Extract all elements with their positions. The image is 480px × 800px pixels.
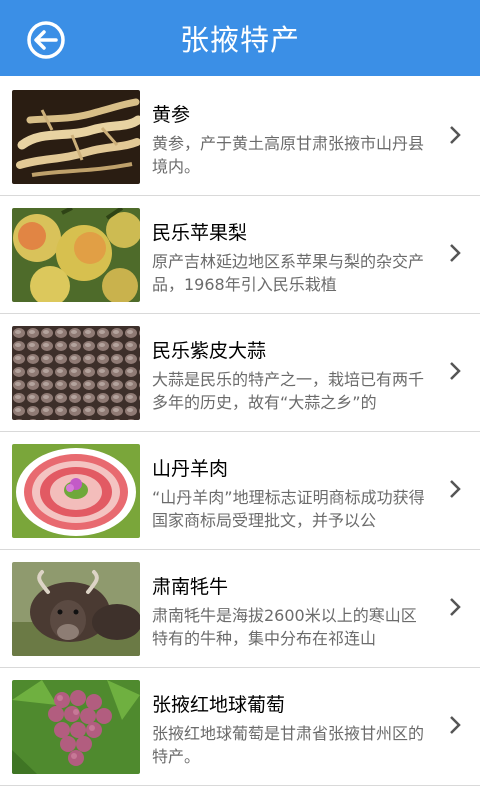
list-item-red-grapes[interactable]: 张掖红地球葡萄 张掖红地球葡萄是甘肃省张掖甘州区的特产。 bbox=[0, 668, 480, 786]
item-description: 黄参，产于黄土高原甘肃张掖市山丹县境内。 bbox=[152, 134, 425, 176]
chevron-right-icon bbox=[450, 598, 461, 616]
product-list: 黄参 黄参，产于黄土高原甘肃张掖市山丹县境内。 民乐苹果梨 原产吉林延边地区系苹… bbox=[0, 78, 480, 800]
item-description: 大蒜是民乐的特产之一，栽培已有两千多年的历史，故有“大蒜之乡”的 bbox=[152, 370, 425, 412]
item-description: 原产吉林延边地区系苹果与梨的杂交产品，1968年引入民乐栽植 bbox=[152, 252, 425, 294]
item-name: 张掖红地球葡萄 bbox=[152, 694, 286, 716]
app-header: 张掖特产 bbox=[0, 0, 480, 76]
item-name: 肃南牦牛 bbox=[152, 576, 229, 598]
back-button[interactable] bbox=[24, 18, 68, 62]
item-description: 肃南牦牛是海拔2600米以上的寒山区特有的牛种，集中分布在祁连山 bbox=[152, 606, 417, 648]
list-item-apple-pear[interactable]: 民乐苹果梨 原产吉林延边地区系苹果与梨的杂交产品，1968年引入民乐栽植 bbox=[0, 196, 480, 314]
yak-image bbox=[12, 562, 140, 656]
red-grapes-image bbox=[12, 680, 140, 774]
chevron-right-icon bbox=[450, 480, 461, 498]
item-description: “山丹羊肉”地理标志证明商标成功获得国家商标局受理批文，并予以公 bbox=[152, 488, 425, 530]
chevron-right-icon bbox=[450, 244, 461, 262]
chevron-right-icon bbox=[450, 362, 461, 380]
ginseng-roots-image bbox=[12, 90, 140, 184]
apple-pears-image bbox=[12, 208, 140, 302]
item-name: 民乐紫皮大蒜 bbox=[152, 340, 267, 362]
list-item-purple-garlic[interactable]: 民乐紫皮大蒜 大蒜是民乐的特产之一，栽培已有两千多年的历史，故有“大蒜之乡”的 bbox=[0, 314, 480, 432]
item-name: 民乐苹果梨 bbox=[152, 222, 248, 244]
list-item-yak[interactable]: 肃南牦牛 肃南牦牛是海拔2600米以上的寒山区特有的牛种，集中分布在祁连山 bbox=[0, 550, 480, 668]
item-description: 张掖红地球葡萄是甘肃省张掖甘州区的特产。 bbox=[152, 724, 425, 766]
chevron-right-icon bbox=[450, 716, 461, 734]
list-item-huangshen[interactable]: 黄参 黄参，产于黄土高原甘肃张掖市山丹县境内。 bbox=[0, 78, 480, 196]
back-arrow-icon bbox=[27, 21, 65, 59]
list-item-mutton[interactable]: 山丹羊肉 “山丹羊肉”地理标志证明商标成功获得国家商标局受理批文，并予以公 bbox=[0, 432, 480, 550]
mutton-platter-image bbox=[12, 444, 140, 538]
purple-garlic-image bbox=[12, 326, 140, 420]
item-name: 山丹羊肉 bbox=[152, 458, 229, 480]
page-title: 张掖特产 bbox=[179, 23, 300, 57]
item-name: 黄参 bbox=[152, 104, 191, 126]
chevron-right-icon bbox=[450, 126, 461, 144]
